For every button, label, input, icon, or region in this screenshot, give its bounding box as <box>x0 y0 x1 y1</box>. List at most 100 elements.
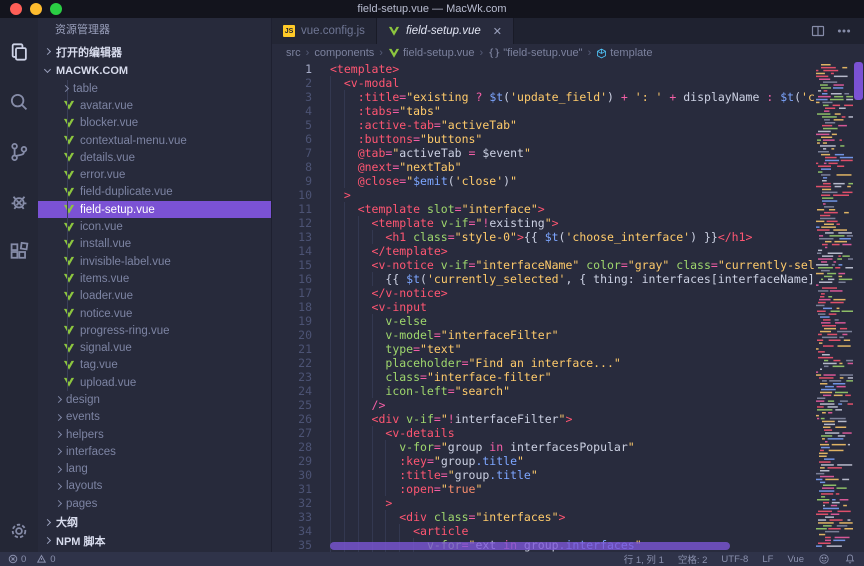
tree-item-field-duplicate-vue[interactable]: field-duplicate.vue <box>38 184 271 201</box>
code-line-24[interactable]: 24 icon-left="search" <box>272 384 815 398</box>
code-line-11[interactable]: 11 <template slot="interface"> <box>272 202 815 216</box>
workspace-label: MACWK.COM <box>56 65 128 77</box>
code-line-6[interactable]: 6 :buttons="buttons" <box>272 132 815 146</box>
tree-item-avatar-vue[interactable]: avatar.vue <box>38 97 271 114</box>
code-line-4[interactable]: 4 :tabs="tabs" <box>272 104 815 118</box>
code-line-2[interactable]: 2 <v-modal <box>272 76 815 90</box>
feedback-smiley-icon[interactable] <box>818 553 830 565</box>
editor: 1<template>2 <v-modal3 :title="existing … <box>272 62 864 552</box>
line-number: 7 <box>272 146 312 160</box>
tree-item-events[interactable]: events <box>38 409 271 426</box>
tree-item-progress-ring-vue[interactable]: progress-ring.vue <box>38 322 271 339</box>
code-line-30[interactable]: 30 :title="group.title" <box>272 468 815 482</box>
tree-item-pages[interactable]: pages <box>38 495 271 512</box>
tree-item-interfaces[interactable]: interfaces <box>38 443 271 460</box>
vue-file-icon <box>63 343 75 354</box>
status-item-1[interactable]: 空格: 2 <box>678 552 708 566</box>
problems-errors[interactable]: 0 <box>8 554 26 565</box>
extensions-icon[interactable] <box>0 227 38 277</box>
code-line-26[interactable]: 26 <div v-if="!interfaceFilter"> <box>272 412 815 426</box>
code-line-27[interactable]: 27 <v-details <box>272 426 815 440</box>
code-line-15[interactable]: 15 <v-notice v-if="interfaceName" color=… <box>272 258 815 272</box>
code-line-21[interactable]: 21 type="text" <box>272 342 815 356</box>
close-tab-icon[interactable]: ✕ <box>493 25 502 38</box>
search-icon[interactable] <box>0 77 38 127</box>
code-line-10[interactable]: 10 > <box>272 188 815 202</box>
code-line-7[interactable]: 7 @tab="activeTab = $event" <box>272 146 815 160</box>
code-line-19[interactable]: 19 v-else <box>272 314 815 328</box>
tree-item-table[interactable]: table <box>38 80 271 97</box>
tree-item-notice-vue[interactable]: notice.vue <box>38 305 271 322</box>
code-line-5[interactable]: 5 :active-tab="activeTab" <box>272 118 815 132</box>
breadcrumb-item-components[interactable]: components <box>314 47 374 59</box>
tree-item-contextual-menu-vue[interactable]: contextual-menu.vue <box>38 132 271 149</box>
source-control-icon[interactable] <box>0 127 38 177</box>
code-line-18[interactable]: 18 <v-input <box>272 300 815 314</box>
workspace-section[interactable]: MACWK.COM <box>38 61 271 80</box>
settings-gear-icon[interactable] <box>0 510 38 552</box>
status-item-0[interactable]: 行 1, 列 1 <box>624 552 664 566</box>
breadcrumb-item-fieldsetupvue[interactable]: field-setup.vue <box>388 47 475 59</box>
tree-item-items-vue[interactable]: items.vue <box>38 270 271 287</box>
tree-indent-guide <box>67 80 68 391</box>
tree-item-details-vue[interactable]: details.vue <box>38 149 271 166</box>
split-editor-icon[interactable] <box>810 23 826 39</box>
breadcrumb-item-fieldsetupvue[interactable]: {}"field-setup.vue" <box>488 47 582 59</box>
code-line-28[interactable]: 28 v-for="group in interfacesPopular" <box>272 440 815 454</box>
status-item-2[interactable]: UTF-8 <box>721 554 748 565</box>
tree-item-blocker-vue[interactable]: blocker.vue <box>38 115 271 132</box>
vertical-scrollbar[interactable] <box>853 62 864 552</box>
minimap[interactable] <box>815 62 853 552</box>
code-line-14[interactable]: 14 </template> <box>272 244 815 258</box>
status-item-3[interactable]: LF <box>762 554 773 565</box>
tree-item-helpers[interactable]: helpers <box>38 426 271 443</box>
code-line-25[interactable]: 25 /> <box>272 398 815 412</box>
code-line-29[interactable]: 29 :key="group.title" <box>272 454 815 468</box>
code-line-22[interactable]: 22 placeholder="Find an interface..." <box>272 356 815 370</box>
code-area[interactable]: 1<template>2 <v-modal3 :title="existing … <box>272 62 815 552</box>
tree-item-field-setup-vue[interactable]: field-setup.vue <box>38 201 271 218</box>
horizontal-scrollbar-thumb[interactable] <box>330 542 730 550</box>
code-line-23[interactable]: 23 class="interface-filter" <box>272 370 815 384</box>
tab-vue.config.js[interactable]: JSvue.config.js <box>272 18 377 44</box>
tab-field-setup.vue[interactable]: field-setup.vue ✕ <box>377 18 514 44</box>
code-line-13[interactable]: 13 <h1 class="style-0">{{ $t('choose_int… <box>272 230 815 244</box>
code-line-32[interactable]: 32 > <box>272 496 815 510</box>
tree-item-invisible-label-vue[interactable]: invisible-label.vue <box>38 253 271 270</box>
code-line-31[interactable]: 31 :open="true" <box>272 482 815 496</box>
code-line-12[interactable]: 12 <template v-if="!existing"> <box>272 216 815 230</box>
code-line-16[interactable]: 16 {{ $t('currently_selected', { thing: … <box>272 272 815 286</box>
tree-item-error-vue[interactable]: error.vue <box>38 166 271 183</box>
notifications-bell-icon[interactable] <box>844 553 856 565</box>
tree-item-upload-vue[interactable]: upload.vue <box>38 374 271 391</box>
code-line-1[interactable]: 1<template> <box>272 62 815 76</box>
open-editors-section[interactable]: 打开的编辑器 <box>38 42 271 61</box>
explorer-icon[interactable] <box>0 27 38 77</box>
code-line-8[interactable]: 8 @next="nextTab" <box>272 160 815 174</box>
tree-item-install-vue[interactable]: install.vue <box>38 236 271 253</box>
code-line-3[interactable]: 3 :title="existing ? $t('update_field') … <box>272 90 815 104</box>
tree-item-layouts[interactable]: layouts <box>38 478 271 495</box>
tree-item-tag-vue[interactable]: tag.vue <box>38 357 271 374</box>
tree-item-loader-vue[interactable]: loader.vue <box>38 288 271 305</box>
tree-item-lang[interactable]: lang <box>38 461 271 478</box>
code-line-9[interactable]: 9 @close="$emit('close')" <box>272 174 815 188</box>
tree-item-signal-vue[interactable]: signal.vue <box>38 339 271 356</box>
vue-file-icon <box>63 239 75 250</box>
sidebar-section-NPM 脚本[interactable]: NPM 脚本 <box>38 532 271 551</box>
breadcrumb-item-src[interactable]: src <box>286 47 301 59</box>
sidebar-section-大纲[interactable]: 大纲 <box>38 513 271 532</box>
vertical-scrollbar-thumb[interactable] <box>854 62 863 100</box>
template-symbol-icon <box>596 48 607 59</box>
run-debug-icon[interactable] <box>0 177 38 227</box>
tree-item-design[interactable]: design <box>38 391 271 408</box>
tree-item-icon-vue[interactable]: icon.vue <box>38 218 271 235</box>
problems-warnings[interactable]: 0 <box>36 554 55 565</box>
more-actions-icon[interactable] <box>836 23 852 39</box>
code-line-17[interactable]: 17 </v-notice> <box>272 286 815 300</box>
code-line-34[interactable]: 34 <article <box>272 524 815 538</box>
code-line-20[interactable]: 20 v-model="interfaceFilter" <box>272 328 815 342</box>
breadcrumb-item-template[interactable]: template <box>596 47 652 59</box>
status-item-4[interactable]: Vue <box>787 554 804 565</box>
code-line-33[interactable]: 33 <div class="interfaces"> <box>272 510 815 524</box>
